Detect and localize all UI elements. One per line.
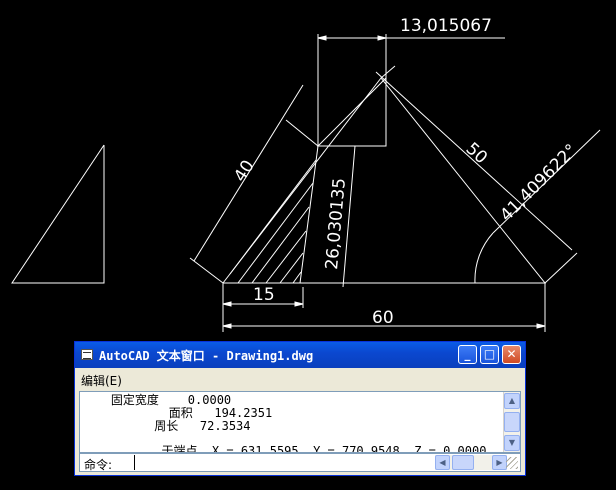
scroll-up-icon[interactable]: ▲ — [504, 393, 520, 409]
dim-ext-40b — [285, 119, 319, 147]
dim-ext-50b — [544, 252, 578, 284]
menu-bar: 编辑(E) — [75, 369, 525, 389]
horizontal-scrollbar[interactable]: ◀ ▶ — [435, 455, 507, 470]
height-line-left — [299, 145, 319, 284]
dim-text-60: 60 — [372, 308, 394, 328]
close-button[interactable]: ✕ — [502, 345, 521, 364]
dim-text-15: 15 — [253, 285, 275, 305]
dim-text-50: 50 — [462, 139, 491, 168]
window-title: AutoCAD 文本窗口 - Drawing1.dwg — [99, 349, 314, 363]
scroll-thumb[interactable] — [504, 412, 520, 432]
hscroll-thumb[interactable] — [452, 455, 474, 470]
output-line: 于端点 X = 631.5595 Y = 770.9548 Z = 0.0000 — [82, 444, 487, 453]
dim-ext-50a — [380, 65, 396, 79]
scroll-left-icon[interactable]: ◀ — [435, 455, 450, 470]
menu-edit[interactable]: 编辑(E) — [81, 372, 122, 389]
dim-text-40: 40 — [230, 157, 258, 186]
window-icon[interactable] — [81, 349, 93, 360]
dim-text-angle: 41,409622° — [496, 140, 581, 225]
small-triangle[interactable] — [11, 144, 105, 284]
minimize-button[interactable]: _ — [458, 345, 477, 364]
autocad-text-window[interactable]: AutoCAD 文本窗口 - Drawing1.dwg _ □ ✕ 编辑(E) … — [74, 341, 526, 476]
scroll-right-icon[interactable]: ▶ — [492, 455, 507, 470]
vertical-scrollbar[interactable]: ▲ ▼ — [503, 392, 520, 452]
dim-text-top: 13,015067 — [400, 16, 492, 36]
command-line: 命令: ◀ ▶ — [79, 453, 521, 472]
command-label: 命令: — [84, 458, 113, 472]
scroll-down-icon[interactable]: ▼ — [504, 435, 520, 451]
command-input[interactable] — [134, 455, 437, 470]
main-triangle[interactable] — [222, 77, 547, 284]
output-line: 周长 72.3534 — [82, 419, 251, 433]
history-output[interactable]: 固定宽度 0.0000 面积 194.2351 周长 72.3534 于端点 X… — [79, 391, 521, 453]
dim-ext-40a — [189, 257, 224, 284]
maximize-button[interactable]: □ — [480, 345, 499, 364]
resize-grip-icon[interactable] — [506, 457, 518, 469]
title-bar[interactable]: AutoCAD 文本窗口 - Drawing1.dwg _ □ ✕ — [75, 342, 525, 368]
rotated-square[interactable] — [316, 76, 387, 147]
angle-arc — [474, 232, 494, 284]
